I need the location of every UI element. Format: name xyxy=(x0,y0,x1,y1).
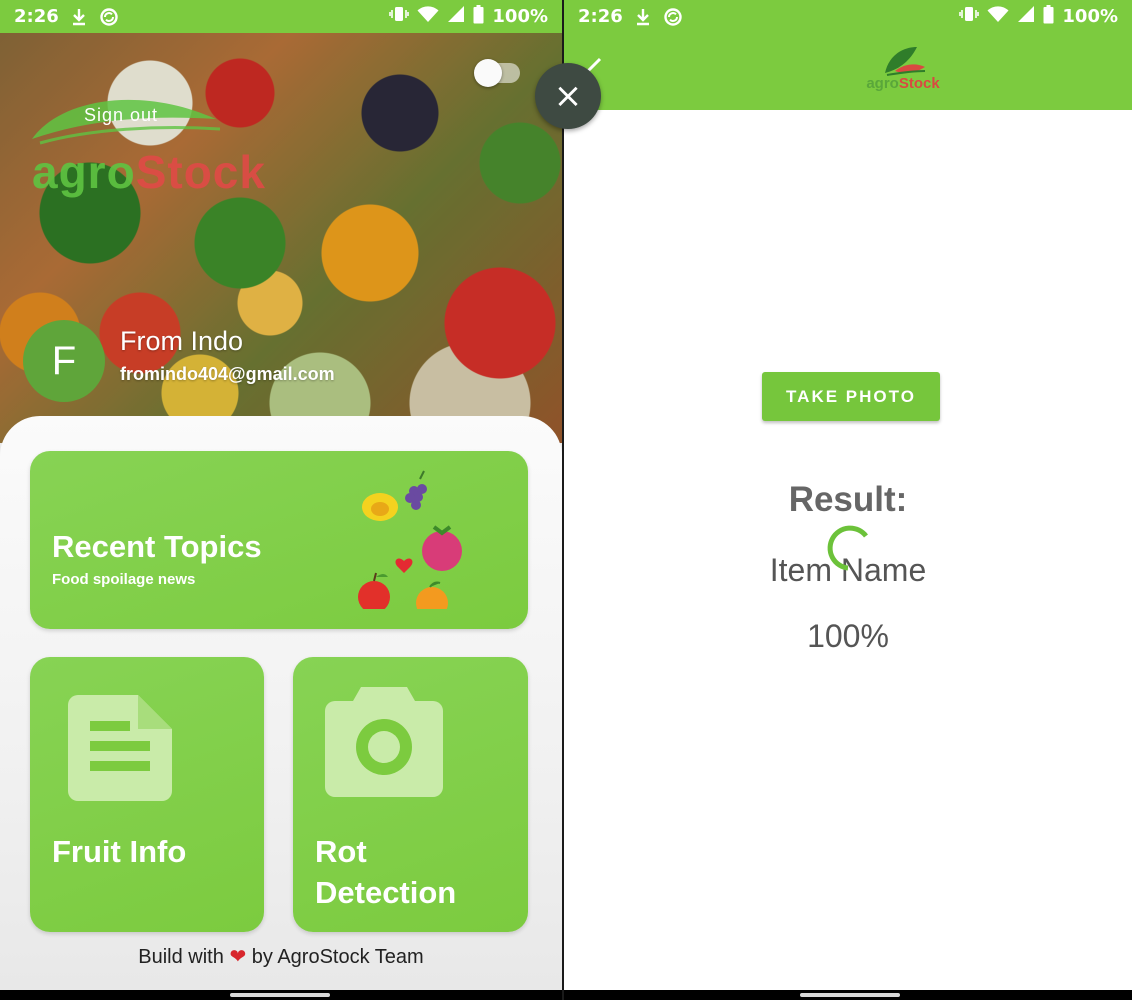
avatar: F xyxy=(23,320,105,402)
logo-agro: agro xyxy=(32,146,136,198)
status-bar: 2:26 100% xyxy=(0,0,562,33)
home-gesture-handle[interactable] xyxy=(800,993,900,997)
logo-stock: Stock xyxy=(898,75,940,92)
fruit-info-card[interactable]: Fruit Info xyxy=(30,657,264,932)
hero-image: Sign out agroStock F From Indo fromindo4… xyxy=(0,33,562,443)
wifi-icon xyxy=(987,5,1009,28)
fruits-icon xyxy=(358,470,462,609)
vibrate-icon xyxy=(389,5,410,28)
app-bar: agroStock xyxy=(564,33,1132,110)
status-bar: 2:26 100% xyxy=(564,0,1132,33)
wifi-icon xyxy=(417,5,439,28)
signal-icon xyxy=(447,5,465,28)
battery-icon xyxy=(1043,4,1054,29)
battery-icon xyxy=(473,4,484,29)
take-photo-button[interactable]: TAKE PHOTO xyxy=(762,372,940,421)
navigation-bar xyxy=(0,990,562,1000)
logo-stock: Stock xyxy=(135,146,266,198)
leaf-icon xyxy=(885,47,926,76)
camera-icon xyxy=(325,687,443,797)
sync-icon xyxy=(99,7,119,27)
rot-detection-label-line2: Detection xyxy=(315,875,457,910)
app-logo: agroStock xyxy=(853,45,953,93)
status-time: 2:26 xyxy=(578,6,623,27)
logo-agro: agro xyxy=(866,75,899,92)
footer-suffix: by AgroStock Team xyxy=(251,946,424,968)
rot-detection-screen: 2:26 100% agroStock TAKE PHOTO Result: I… xyxy=(564,0,1132,1000)
sync-icon xyxy=(663,7,683,27)
home-gesture-handle[interactable] xyxy=(230,993,330,997)
heart-icon: ❤ xyxy=(229,946,247,968)
app-logo: agroStock xyxy=(32,145,266,199)
signal-icon xyxy=(1017,5,1035,28)
download-icon xyxy=(635,8,651,26)
rot-detection-card[interactable]: Rot Detection xyxy=(293,657,528,932)
sign-out-button[interactable]: Sign out xyxy=(84,105,158,126)
user-name: From Indo xyxy=(120,326,244,356)
home-screen: 2:26 100% Sign out agroStock F From Indo… xyxy=(0,0,562,1000)
confidence-percent: 100% xyxy=(807,618,889,654)
recent-topics-subtitle: Food spoilage news xyxy=(52,571,196,588)
vibrate-icon xyxy=(959,5,980,28)
recent-topics-card[interactable]: Recent Topics Food spoilage news xyxy=(30,451,528,629)
fruit-info-label: Fruit Info xyxy=(52,834,187,869)
user-email: fromindo404@gmail.com xyxy=(120,364,335,384)
rot-detection-label: Rot Detection xyxy=(315,831,456,913)
status-time: 2:26 xyxy=(14,6,59,27)
footer-prefix: Build with xyxy=(138,946,224,968)
result-label: Result: xyxy=(788,480,908,519)
theme-toggle[interactable] xyxy=(474,59,502,87)
battery-percent: 100% xyxy=(492,6,548,27)
recent-topics-title: Recent Topics xyxy=(52,529,262,564)
document-icon xyxy=(68,695,172,801)
loading-spinner xyxy=(827,525,868,571)
battery-percent: 100% xyxy=(1062,6,1118,27)
download-icon xyxy=(71,8,87,26)
close-icon[interactable]: × xyxy=(535,63,601,129)
footer-credit: Build with ❤ by AgroStock Team xyxy=(0,944,562,969)
rot-detection-label-line1: Rot xyxy=(315,834,367,869)
navigation-bar xyxy=(564,990,1132,1000)
